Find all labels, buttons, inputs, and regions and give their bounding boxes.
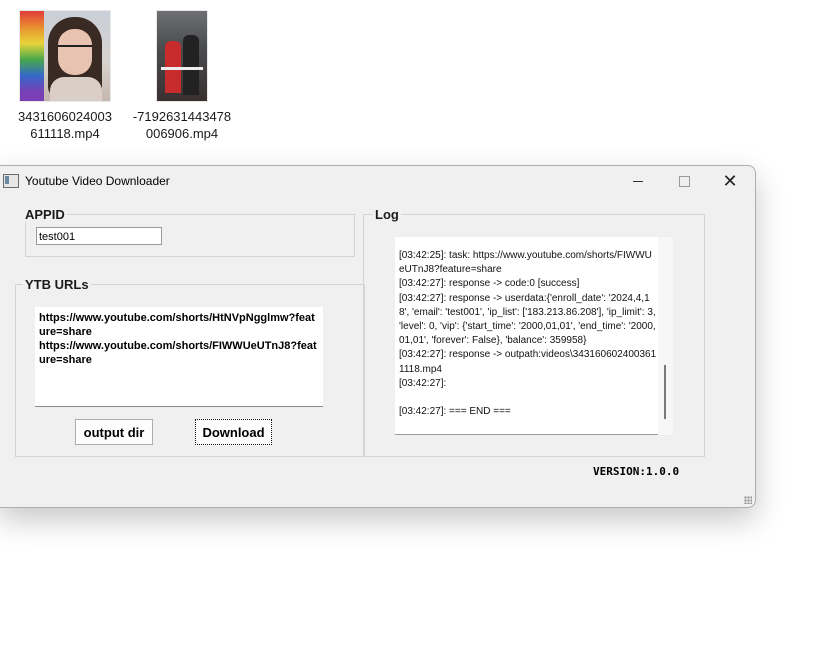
app-window: Youtube Video Downloader ✕ APPID test001… [0,165,756,508]
log-line: [03:42:27]: [399,377,447,389]
log-line: [03:42:27]: response -> userdata:{'enrol… [399,292,656,347]
log-line: [03:42:27]: response -> outpath:videos\3… [399,349,657,375]
minimize-icon [633,180,643,182]
appid-input[interactable]: test001 [36,227,162,245]
file-name: -7192631443478006906.mp4 [132,109,232,141]
appid-label: APPID [23,207,67,222]
minimize-button[interactable] [615,166,661,196]
maximize-icon [678,175,690,187]
resize-grip-icon[interactable] [744,496,752,504]
desktop-file-1[interactable]: 3431606024003611118.mp4 [15,10,115,142]
window-title: Youtube Video Downloader [25,174,170,188]
url-line: https://www.youtube.com/shorts/HtNVpNggl… [39,312,315,338]
version-label: VERSION:1.0.0 [593,465,680,478]
log-label: Log [373,207,401,222]
desktop-file-2[interactable]: -7192631443478006906.mp4 [132,10,232,142]
url-line: https://www.youtube.com/shorts/FIWWUeUTn… [39,340,317,366]
maximize-button[interactable] [661,166,707,196]
app-icon [3,174,19,188]
video-thumbnail [156,10,208,102]
log-output[interactable]: [03:42:25]: task: https://www.youtube.co… [395,237,673,435]
log-line: [03:42:27]: === END === [399,406,511,418]
output-dir-button[interactable]: output dir [75,419,153,445]
close-icon: ✕ [722,171,738,191]
file-name: 3431606024003611118.mp4 [18,109,112,141]
close-button[interactable]: ✕ [707,166,753,196]
log-line: [03:42:25]: task: https://www.youtube.co… [399,250,652,276]
title-bar[interactable]: Youtube Video Downloader ✕ [0,166,755,196]
scrollbar-thumb[interactable] [664,365,666,419]
urls-label: YTB URLs [23,277,91,292]
video-thumbnail [19,10,111,102]
log-scrollbar[interactable] [658,237,673,435]
urls-textarea[interactable]: https://www.youtube.com/shorts/HtNVpNggl… [35,307,323,407]
log-line: [03:42:27]: response -> code:0 [success] [399,278,580,290]
download-button[interactable]: Download [195,419,272,445]
